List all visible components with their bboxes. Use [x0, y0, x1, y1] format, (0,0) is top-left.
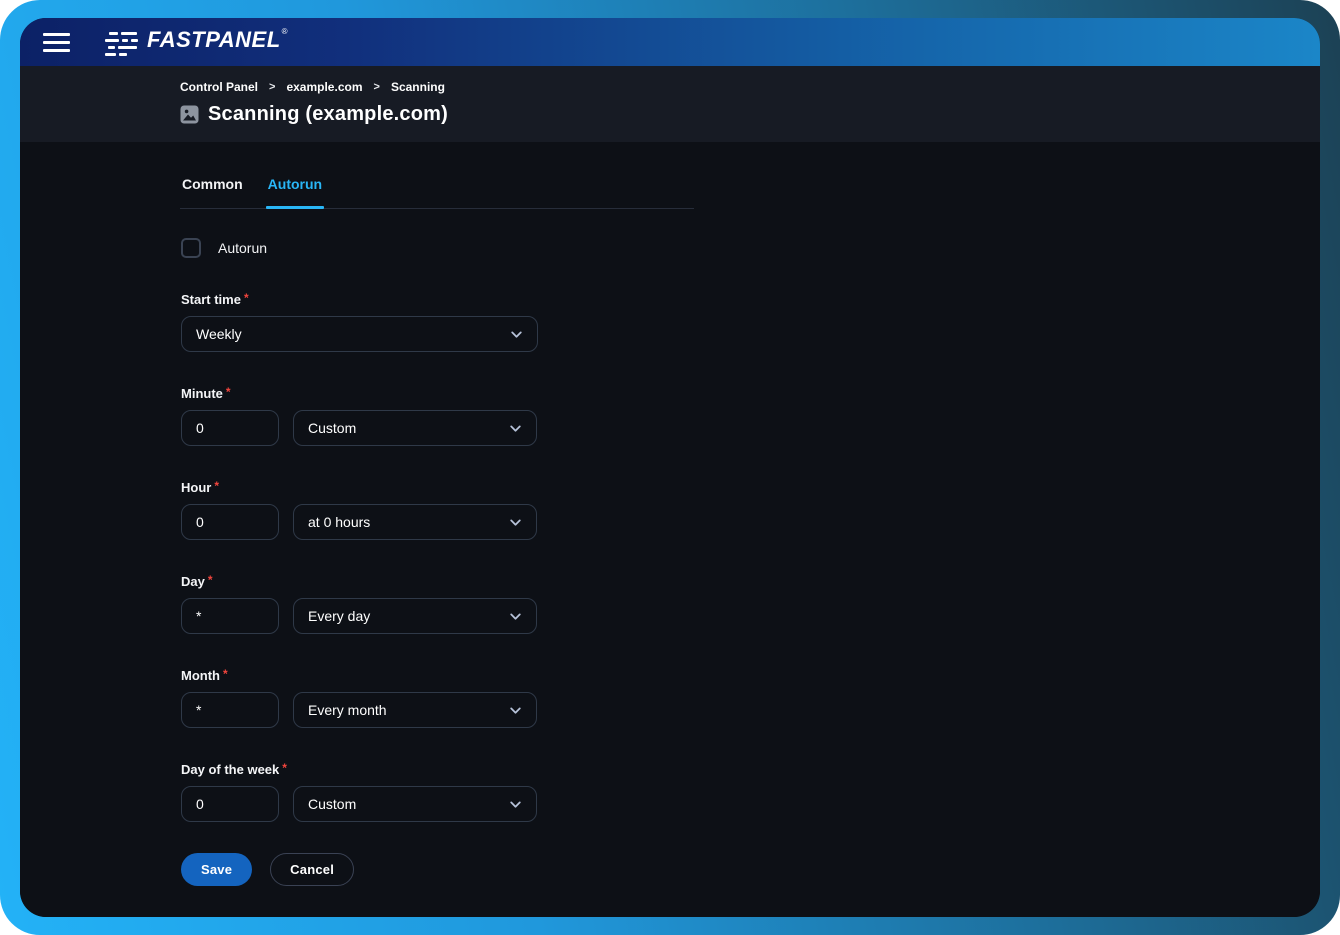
registered-mark: ® — [282, 27, 288, 37]
field-hour: Hour* at 0 hours — [181, 479, 1320, 540]
day-of-week-input[interactable] — [181, 786, 279, 822]
autorun-checkbox[interactable] — [181, 238, 201, 258]
main-content: Common Autorun Autorun Start time* Weekl… — [20, 142, 1320, 917]
field-month: Month* Every month — [181, 667, 1320, 728]
day-of-week-label: Day of the week — [181, 762, 279, 777]
hour-mode-select[interactable]: at 0 hours — [293, 504, 537, 540]
chevron-down-icon — [508, 797, 523, 812]
day-input[interactable] — [181, 598, 279, 634]
autorun-checkbox-row: Autorun — [181, 238, 1320, 258]
minute-mode-select[interactable]: Custom — [293, 410, 537, 446]
start-time-select[interactable]: Weekly — [181, 316, 538, 352]
chevron-down-icon — [509, 327, 524, 342]
equalizer-logo-icon — [103, 31, 140, 58]
required-asterisk: * — [282, 761, 287, 775]
field-day-of-week: Day of the week* Custom — [181, 761, 1320, 822]
title-row: Scanning (example.com) — [180, 103, 1320, 126]
autorun-checkbox-label: Autorun — [218, 240, 267, 256]
tab-common[interactable]: Common — [180, 176, 245, 208]
save-button[interactable]: Save — [181, 853, 252, 886]
breadcrumb-control-panel[interactable]: Control Panel — [180, 80, 258, 94]
minute-input[interactable] — [181, 410, 279, 446]
month-input[interactable] — [181, 692, 279, 728]
breadcrumb-separator: > — [269, 81, 275, 93]
hour-input[interactable] — [181, 504, 279, 540]
field-start-time: Start time* Weekly — [181, 291, 1320, 352]
page-header: Control Panel > example.com > Scanning S… — [20, 66, 1320, 142]
app-window: FASTPANEL® Control Panel > example.com >… — [20, 18, 1320, 917]
chevron-down-icon — [508, 515, 523, 530]
breadcrumb-example-com[interactable]: example.com — [286, 80, 362, 94]
field-day: Day* Every day — [181, 573, 1320, 634]
required-asterisk: * — [208, 573, 213, 587]
required-asterisk: * — [214, 479, 219, 493]
fastpanel-logo[interactable]: FASTPANEL® — [103, 27, 288, 58]
required-asterisk: * — [244, 291, 249, 305]
required-asterisk: * — [223, 667, 228, 681]
month-label: Month — [181, 668, 220, 683]
month-mode-select[interactable]: Every month — [293, 692, 537, 728]
brand-name: FASTPANEL — [147, 27, 281, 53]
top-navigation-bar: FASTPANEL® — [20, 18, 1320, 66]
outer-gradient-frame: FASTPANEL® Control Panel > example.com >… — [0, 0, 1340, 935]
required-asterisk: * — [226, 385, 231, 399]
image-icon — [180, 105, 199, 124]
chevron-down-icon — [508, 421, 523, 436]
cancel-button[interactable]: Cancel — [270, 853, 354, 886]
field-minute: Minute* Custom — [181, 385, 1320, 446]
tab-autorun[interactable]: Autorun — [266, 176, 324, 208]
day-label: Day — [181, 574, 205, 589]
form-actions: Save Cancel — [181, 853, 1320, 886]
breadcrumb-scanning[interactable]: Scanning — [391, 80, 445, 94]
chevron-down-icon — [508, 703, 523, 718]
breadcrumb: Control Panel > example.com > Scanning — [180, 80, 1320, 94]
breadcrumb-separator: > — [374, 81, 380, 93]
minute-label: Minute — [181, 386, 223, 401]
page-title: Scanning (example.com) — [208, 103, 448, 126]
day-of-week-mode-select[interactable]: Custom — [293, 786, 537, 822]
start-time-label: Start time — [181, 292, 241, 307]
day-mode-select[interactable]: Every day — [293, 598, 537, 634]
tab-bar: Common Autorun — [180, 176, 694, 209]
hamburger-menu-icon[interactable] — [33, 24, 79, 60]
chevron-down-icon — [508, 609, 523, 624]
hour-label: Hour — [181, 480, 211, 495]
